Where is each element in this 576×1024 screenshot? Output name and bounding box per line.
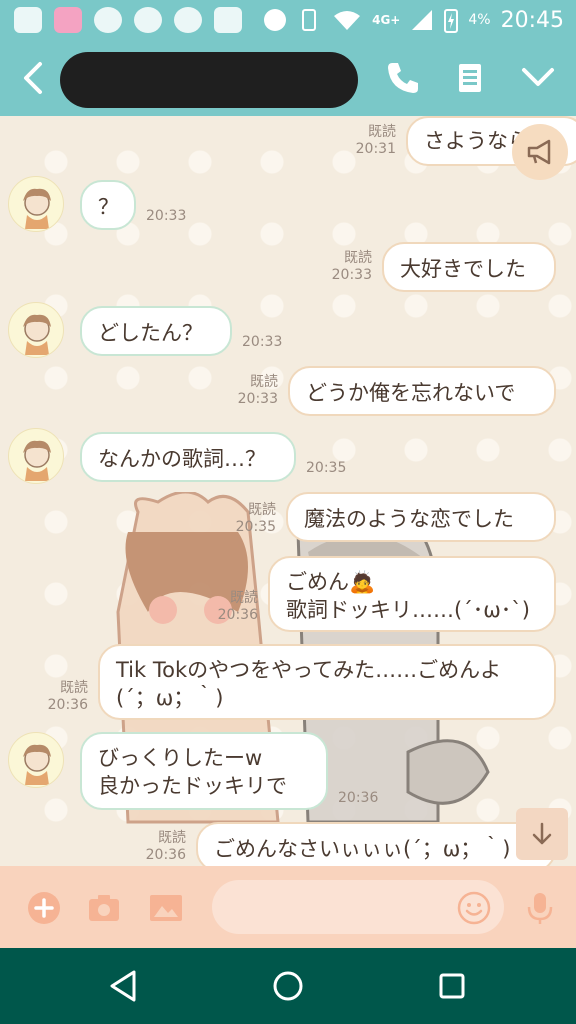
microphone-icon[interactable] [522, 890, 558, 926]
contact-avatar[interactable] [8, 732, 64, 788]
emoji-icon[interactable] [456, 890, 492, 926]
message-time: 20:33 [146, 208, 187, 224]
camera-icon[interactable] [86, 890, 122, 926]
avatar-drawing [23, 744, 51, 785]
message-line: (´；ω；｀) [116, 686, 224, 710]
system-navigation-bar [0, 948, 576, 1024]
message-meta: 既読 20:36 [145, 830, 186, 863]
message-meta: 既読 20:35 [235, 502, 276, 535]
notification-icons [14, 7, 242, 33]
megaphone-icon [527, 139, 551, 165]
back-arrow-icon[interactable] [14, 58, 54, 98]
incoming-message-bubble[interactable]: びっくりしたーw 良かったドッキリで [80, 732, 328, 810]
incoming-message-bubble[interactable]: なんかの歌詞…？ [80, 432, 296, 482]
announcement-button[interactable] [512, 124, 568, 180]
gear-notification-icon [174, 7, 202, 33]
incoming-message-bubble[interactable]: どしたん？ [80, 306, 232, 356]
recents-square-icon[interactable] [432, 966, 472, 1006]
message-notification-icon [14, 7, 42, 33]
back-triangle-icon[interactable] [104, 966, 144, 1006]
incoming-message-bubble[interactable]: ？ [80, 180, 136, 230]
wifi-icon [334, 11, 361, 30]
message-time: 20:33 [242, 334, 283, 350]
message-meta: 既読 20:33 [237, 374, 278, 407]
vibrate-icon [302, 9, 317, 31]
avatar-drawing [23, 188, 51, 229]
message-meta: 既読 20:33 [331, 250, 372, 283]
status-bar: 4G+ 4% 20:45 [0, 0, 576, 40]
message-meta: 既読 20:31 [355, 124, 396, 157]
contact-name-redacted[interactable] [60, 52, 358, 108]
outgoing-message-bubble[interactable]: ごめん🙇 歌詞ドッキリ……(´･ω･`) [268, 556, 556, 632]
image-icon[interactable] [148, 890, 184, 926]
app-notification-icon [54, 7, 82, 33]
message-time: 20:35 [306, 460, 347, 476]
app-round-notification-icon [134, 7, 162, 33]
outgoing-message-bubble[interactable]: 魔法のような恋でした [286, 492, 556, 542]
battery-icon [444, 9, 459, 33]
plus-icon[interactable] [26, 890, 62, 926]
avatar-drawing [23, 440, 51, 481]
outgoing-message-bubble[interactable]: 大好きでした [382, 242, 556, 292]
message-line: ごめん🙇 [286, 570, 376, 594]
message-input-bar [0, 866, 576, 948]
browser-notification-icon [94, 7, 122, 33]
message-meta: 既読 20:36 [217, 590, 258, 623]
contact-avatar[interactable] [8, 428, 64, 484]
contact-avatar[interactable] [8, 302, 64, 358]
battery-percent: 4% [468, 12, 491, 28]
chat-header [0, 40, 576, 116]
outgoing-message-bubble[interactable]: ごめんなさいぃぃぃ(´；ω；｀) [196, 822, 556, 866]
notes-icon[interactable] [450, 58, 490, 98]
message-line: 歌詞ドッキリ……(´･ω･`) [286, 598, 530, 622]
do-not-disturb-icon [264, 9, 287, 31]
message-line: びっくりしたーw [98, 746, 263, 770]
message-line: 良かったドッキリで [98, 774, 287, 798]
contact-avatar[interactable] [8, 176, 64, 232]
clock: 20:45 [500, 7, 564, 33]
arrow-down-icon [532, 822, 552, 845]
message-time: 20:36 [338, 790, 379, 806]
outgoing-message-bubble[interactable]: どうか俺を忘れないで [288, 366, 556, 416]
network-type: 4G+ [372, 13, 401, 27]
chevron-down-icon[interactable] [518, 58, 558, 98]
home-circle-icon[interactable] [268, 966, 308, 1006]
signal-icon [412, 10, 433, 30]
phone-icon[interactable] [382, 58, 422, 98]
chat-area[interactable]: 既読 20:31 さようなら ？ 20:33 既読 20:33 大好きでした どした… [0, 116, 576, 866]
calendar-notification-icon [214, 7, 242, 33]
avatar-drawing [23, 314, 51, 355]
outgoing-message-bubble[interactable]: Tik Tokのやつをやってみた……ごめんよ (´；ω；｀) [98, 644, 556, 720]
message-line: Tik Tokのやつをやってみた……ごめんよ [116, 658, 502, 682]
message-meta: 既読 20:36 [47, 680, 88, 713]
scroll-to-bottom-button[interactable] [516, 808, 568, 860]
